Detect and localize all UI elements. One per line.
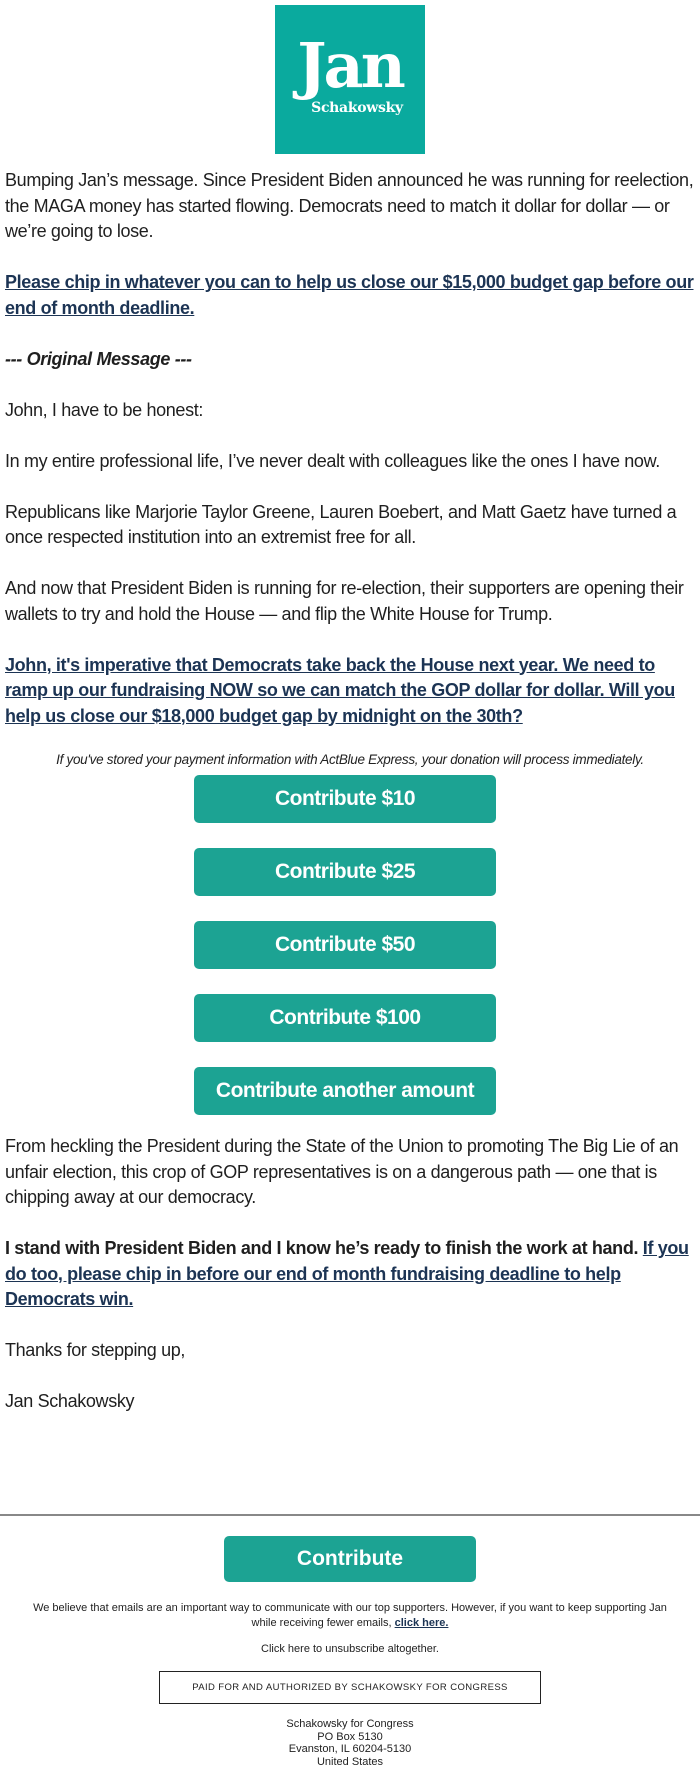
closing-bold-text: I stand with President Biden and I know …	[5, 1238, 639, 1258]
fewer-emails-text: We believe that emails are an important …	[33, 1602, 667, 1629]
logo[interactable]: Jan Schakowsky	[275, 5, 425, 154]
cta-paragraph-1: Please chip in whatever you can to help …	[5, 270, 695, 321]
address-org: Schakowsky for Congress	[286, 1718, 414, 1730]
closing-paragraph: I stand with President Biden and I know …	[5, 1236, 695, 1313]
message-content: Bumping Jan’s message. Since President B…	[5, 168, 695, 1440]
original-message-label: --- Original Message ---	[5, 348, 192, 369]
greeting: John, I have to be honest:	[5, 399, 204, 420]
contribute-25-button[interactable]: Contribute $25	[194, 848, 496, 896]
paragraph-big-lie: From heckling the President during the S…	[5, 1136, 679, 1207]
address-country: United States	[316, 1755, 384, 1768]
mailing-address: Schakowsky for Congress PO Box 5130 Evan…	[0, 1718, 700, 1768]
actblue-note: If you've stored your payment informatio…	[56, 752, 644, 767]
contribute-10-button[interactable]: Contribute $10	[194, 775, 496, 823]
paragraph-republicans: Republicans like Marjorie Taylor Greene,…	[5, 501, 677, 548]
logo-name: Jan	[297, 29, 406, 102]
contribute-other-amount-button[interactable]: Contribute another amount	[194, 1067, 496, 1115]
donate-button-group: Contribute $10 Contribute $25 Contribute…	[5, 775, 695, 1115]
cta-paragraph-2: John, it's imperative that Democrats tak…	[5, 653, 695, 730]
paragraph-colleagues: In my entire professional life, I’ve nev…	[5, 450, 660, 471]
contribute-50-button[interactable]: Contribute $50	[194, 921, 496, 969]
address-line1: PO Box 5130	[317, 1730, 383, 1743]
footer-divider	[0, 1514, 700, 1516]
address-line2: Evanston, IL 60204-5130	[288, 1743, 412, 1755]
signoff: Thanks for stepping up,	[5, 1340, 186, 1360]
footer-contribute-button[interactable]: Contribute	[224, 1536, 476, 1582]
paid-for-disclaimer: PAID FOR AND AUTHORIZED BY SCHAKOWSKY FO…	[159, 1671, 541, 1704]
unsubscribe-link[interactable]: Click here to unsubscribe altogether.	[20, 1642, 680, 1657]
signature: Jan Schakowsky	[5, 1391, 135, 1411]
contribute-100-button[interactable]: Contribute $100	[194, 994, 496, 1042]
fewer-emails-notice: We believe that emails are an important …	[20, 1601, 680, 1631]
cta-link-take-back-house[interactable]: John, it's imperative that Democrats tak…	[5, 655, 675, 726]
paragraph-reelection: And now that President Biden is running …	[5, 578, 684, 624]
cta-link-budget-gap[interactable]: Please chip in whatever you can to help …	[5, 272, 694, 318]
fewer-emails-link[interactable]: click here.	[395, 1617, 449, 1629]
logo-surname: Schakowsky	[311, 100, 403, 116]
intro-paragraph: Bumping Jan’s message. Since President B…	[5, 170, 694, 241]
